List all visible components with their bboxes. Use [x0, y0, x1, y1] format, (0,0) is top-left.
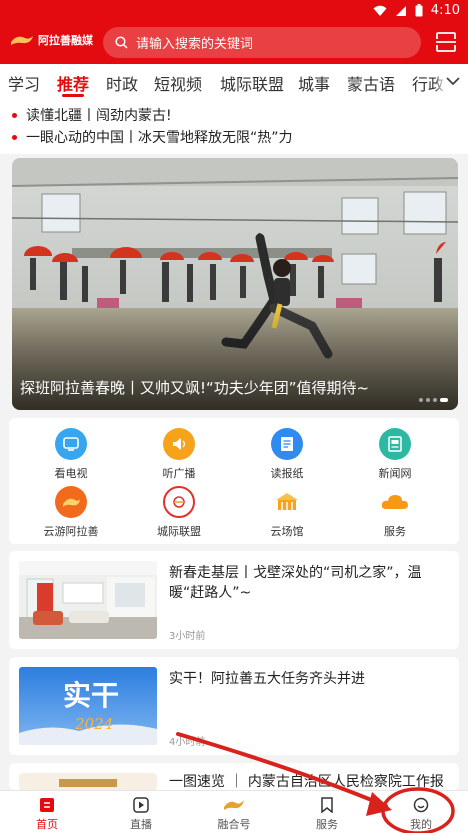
- cloud-tour-icon: [55, 486, 87, 518]
- search-input[interactable]: 请输入搜索的关键词: [103, 27, 421, 58]
- article-title: 一图速览 ｜ 内蒙古自治区人民检察院工作报: [169, 774, 444, 790]
- nav-live[interactable]: 直播: [111, 795, 171, 832]
- tabs-more-button[interactable]: [434, 64, 468, 98]
- signal-icon: [395, 5, 406, 16]
- headline-item[interactable]: 读懂北疆丨闯劲内蒙古!: [12, 105, 172, 125]
- service-service[interactable]: 服务: [350, 486, 440, 539]
- service-label: 云游阿拉善: [43, 525, 99, 538]
- article-thumbnail: 实干 2024: [19, 667, 157, 745]
- headline-item[interactable]: 一眼心动的中国丨冰天雪地释放无限“热”力: [12, 127, 293, 147]
- service-radio[interactable]: 听广播: [134, 428, 224, 481]
- nav-label: 直播: [130, 818, 152, 831]
- logo-mark-icon: [11, 36, 33, 45]
- article-title: 实干！阿拉善五大任务齐头并进: [169, 671, 365, 687]
- hero-carousel[interactable]: 探班阿拉善春晚丨又帅又飒!“功夫少年团”值得期待~: [12, 158, 458, 410]
- fusion-logo-icon: [224, 799, 244, 810]
- service-news-web[interactable]: 新闻网: [350, 428, 440, 481]
- nav-label: 我的: [410, 818, 432, 831]
- tab-mengguyu[interactable]: 蒙古语: [347, 71, 395, 95]
- headline-text: 一眼心动的中国丨冰天雪地释放无限“热”力: [26, 130, 293, 146]
- thumb-year-text: 2024: [74, 715, 113, 733]
- bullet-icon: [12, 134, 17, 140]
- tab-chengshi[interactable]: 城事: [298, 71, 330, 95]
- article-card[interactable]: 一图速览 ｜ 内蒙古自治区人民检察院工作报: [9, 763, 459, 790]
- bottom-navigation: 首页 直播 融合号 服务 我的: [0, 790, 468, 833]
- service-label: 新闻网: [378, 467, 412, 480]
- scan-icon[interactable]: [435, 31, 457, 53]
- carousel-dot: [419, 398, 423, 402]
- service-label: 云场馆: [270, 525, 304, 538]
- headline-text: 读懂北疆丨闯劲内蒙古!: [26, 108, 172, 124]
- article-card[interactable]: 实干 2024 实干！阿拉善五大任务齐头并进 4小时前: [9, 657, 459, 755]
- service-label: 服务: [384, 525, 406, 538]
- service-cloud-venue[interactable]: 云场馆: [242, 486, 332, 539]
- wifi-icon: [373, 5, 387, 16]
- tab-shizheng[interactable]: 时政: [106, 71, 138, 95]
- service-label: 城际联盟: [157, 525, 201, 538]
- home-icon: [40, 797, 54, 812]
- nav-service[interactable]: 服务: [297, 795, 357, 832]
- newspaper-icon: [271, 428, 303, 460]
- nav-label: 服务: [316, 818, 338, 831]
- article-title: 新春走基层丨戈壁深处的“司机之家”，温暖“赶路人”~: [169, 565, 422, 601]
- nav-label: 首页: [36, 818, 58, 831]
- carousel-indicator: [419, 398, 448, 402]
- city-alliance-icon: [163, 486, 195, 518]
- service-label: 听广播: [162, 467, 196, 480]
- chevron-down-icon: [446, 77, 460, 86]
- app-logo: 阿拉善融媒: [9, 32, 93, 48]
- nav-mine[interactable]: 我的: [391, 795, 451, 832]
- hero-caption: 探班阿拉善春晚丨又帅又飒!“功夫少年团”值得期待~: [20, 379, 370, 397]
- tab-tuijian[interactable]: 推荐: [57, 71, 89, 95]
- channel-tabs: 学习 推荐 时政 短视频 城际联盟 城事 蒙古语 行政: [0, 64, 468, 98]
- search-placeholder: 请输入搜索的关键词: [136, 37, 254, 52]
- status-bar: 4:10: [0, 0, 468, 22]
- nav-label: 融合号: [217, 818, 251, 831]
- active-tab-indicator: [62, 94, 84, 97]
- service-newspaper[interactable]: 读报纸: [242, 428, 332, 481]
- article-thumbnail: [19, 773, 157, 790]
- thumb-title-text: 实干: [63, 679, 119, 712]
- carousel-dot: [433, 398, 437, 402]
- article-thumbnail: [19, 561, 157, 639]
- article-card[interactable]: 新春走基层丨戈壁深处的“司机之家”，温暖“赶路人”~ 3小时前: [9, 551, 459, 649]
- service-city-alliance[interactable]: 城际联盟: [134, 486, 224, 539]
- service-label: 读报纸: [270, 467, 304, 480]
- tab-chengji-lianmeng[interactable]: 城际联盟: [220, 71, 284, 95]
- news-web-icon: [379, 428, 411, 460]
- status-time: 4:10: [430, 3, 460, 18]
- cloud-venue-icon: [271, 486, 303, 518]
- headline-list: 读懂北疆丨闯劲内蒙古! 一眼心动的中国丨冰天雪地释放无限“热”力: [0, 98, 468, 154]
- search-icon: [115, 36, 128, 49]
- tab-duanshipin[interactable]: 短视频: [154, 71, 202, 95]
- carousel-dot-active: [440, 398, 448, 402]
- service-label: 看电视: [54, 467, 88, 480]
- play-icon: [133, 796, 149, 813]
- battery-icon: [415, 4, 423, 17]
- service-cloud-tour[interactable]: 云游阿拉善: [26, 486, 116, 539]
- bookmark-icon: [321, 796, 333, 813]
- carousel-dot: [426, 398, 430, 402]
- smile-icon: [413, 797, 429, 812]
- service-icon: [379, 486, 411, 518]
- article-time: 4小时前: [169, 737, 206, 748]
- nav-fusion[interactable]: 融合号: [204, 795, 264, 832]
- app-header: 阿拉善融媒 请输入搜索的关键词: [0, 22, 468, 64]
- bullet-icon: [12, 112, 17, 118]
- service-grid: 看电视 听广播 读报纸 新闻网 云游阿拉善 城际联盟 云场馆 服务: [9, 418, 459, 544]
- radio-icon: [163, 428, 195, 460]
- article-time: 3小时前: [169, 631, 206, 642]
- hero-image: [12, 158, 458, 410]
- tv-icon: [55, 428, 87, 460]
- logo-text: 阿拉善融媒: [38, 34, 93, 47]
- tab-xuexi[interactable]: 学习: [8, 71, 40, 95]
- service-watch-tv[interactable]: 看电视: [26, 428, 116, 481]
- nav-home[interactable]: 首页: [17, 795, 77, 832]
